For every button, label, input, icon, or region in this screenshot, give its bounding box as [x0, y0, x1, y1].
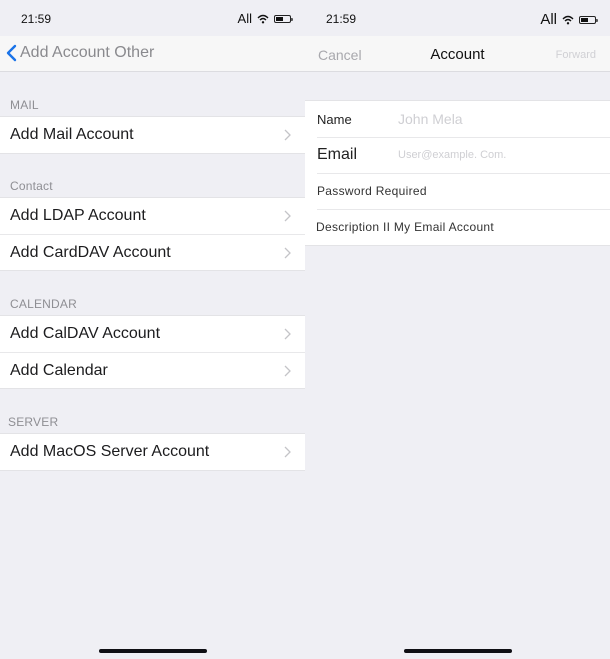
- nav-bar: Add Account Other: [0, 36, 305, 72]
- status-bar: 21:59 All: [305, 0, 610, 36]
- carrier-label: All: [540, 11, 557, 28]
- add-mail-account-row[interactable]: Add Mail Account: [0, 117, 305, 153]
- email-row: Email: [305, 137, 610, 173]
- row-label: Add CardDAV Account: [10, 243, 171, 261]
- add-calendar-row[interactable]: Add Calendar: [0, 352, 305, 388]
- wifi-icon: [562, 15, 574, 24]
- row-label: Add CalDAV Account: [10, 325, 161, 342]
- chevron-right-icon: [284, 365, 291, 377]
- password-field: Password Required: [317, 184, 427, 198]
- password-row[interactable]: Password Required: [305, 173, 610, 209]
- section-header-calendar: CALENDAR: [10, 297, 77, 311]
- carrier-label: All: [237, 11, 252, 26]
- add-carddav-account-row[interactable]: Add CardDAV Account: [0, 234, 305, 270]
- description-row[interactable]: Description II My Email Account: [305, 209, 610, 245]
- battery-icon: [274, 14, 293, 23]
- chevron-right-icon: [284, 210, 291, 222]
- back-label: Add Account Other: [20, 44, 155, 61]
- chevron-left-icon: [6, 44, 17, 62]
- contact-group: Add LDAP Account Add CardDAV Account: [0, 197, 305, 271]
- row-label: Add Mail Account: [10, 126, 134, 143]
- status-bar: 21:59 All: [0, 0, 305, 36]
- name-row: Name: [305, 101, 610, 137]
- chevron-right-icon: [284, 328, 291, 340]
- nav-bar: Cancel Account Forward: [305, 36, 610, 72]
- forward-button[interactable]: Forward: [556, 49, 596, 61]
- row-label: Add MacOS Server Account: [10, 443, 210, 460]
- email-label: Email: [317, 146, 358, 163]
- section-header-contact: Contact: [10, 179, 53, 193]
- section-header-mail: MAIL: [10, 98, 39, 112]
- status-indicators: All: [237, 11, 293, 26]
- screens: 21:59 All Add Account Other MAIL Add Mai…: [0, 0, 610, 659]
- wifi-icon: [257, 14, 269, 23]
- account-form: Name Email Password Required Description…: [305, 100, 610, 246]
- account-screen: 21:59 All Cancel Account Forward Name Em…: [305, 0, 610, 659]
- home-indicator[interactable]: [98, 649, 207, 653]
- chevron-right-icon: [284, 129, 291, 141]
- mail-group: Add Mail Account: [0, 116, 305, 154]
- add-ldap-account-row[interactable]: Add LDAP Account: [0, 198, 305, 234]
- status-time: 21:59: [326, 12, 357, 26]
- name-input[interactable]: [398, 111, 598, 127]
- add-macos-server-account-row[interactable]: Add MacOS Server Account: [0, 434, 305, 470]
- calendar-group: Add CalDAV Account Add Calendar: [0, 315, 305, 389]
- battery-icon: [579, 15, 598, 24]
- section-header-server: SERVER: [8, 415, 59, 429]
- back-button[interactable]: Add Account Other: [6, 44, 154, 62]
- add-account-other-screen: 21:59 All Add Account Other MAIL Add Mai…: [0, 0, 305, 659]
- status-time: 21:59: [21, 12, 52, 26]
- row-label: Add LDAP Account: [10, 207, 146, 224]
- email-input[interactable]: [398, 149, 598, 161]
- row-label: Add Calendar: [10, 361, 108, 379]
- name-label: Name: [317, 111, 352, 127]
- chevron-right-icon: [284, 446, 291, 458]
- status-indicators: All: [540, 11, 598, 28]
- home-indicator[interactable]: [403, 649, 512, 653]
- chevron-right-icon: [284, 247, 291, 259]
- server-group: Add MacOS Server Account: [0, 433, 305, 471]
- add-caldav-account-row[interactable]: Add CalDAV Account: [0, 316, 305, 352]
- description-field: Description II My Email Account: [316, 220, 495, 234]
